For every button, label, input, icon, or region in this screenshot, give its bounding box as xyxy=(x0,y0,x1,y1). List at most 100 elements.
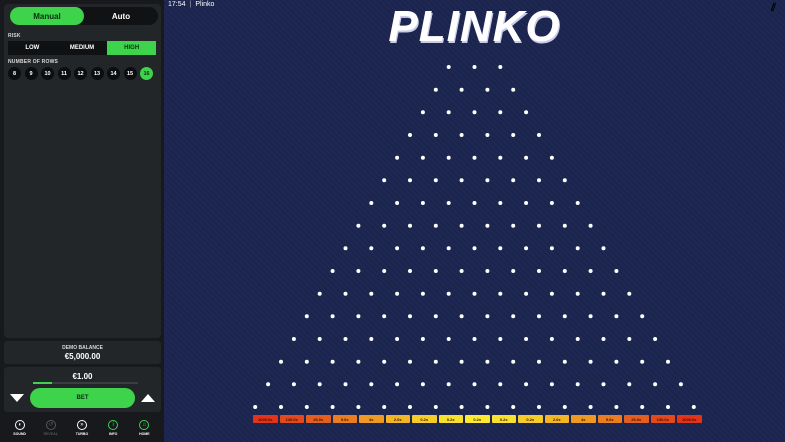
rows-16-button[interactable]: 16 xyxy=(140,67,153,80)
bet-amount: €1.00 xyxy=(72,372,93,381)
rows-9-button[interactable]: 9 xyxy=(24,67,38,80)
bet-slider[interactable] xyxy=(33,382,138,384)
rows-14-button[interactable]: 14 xyxy=(107,67,120,80)
peg xyxy=(433,359,438,364)
peg xyxy=(511,405,516,409)
rows-13-button[interactable]: 13 xyxy=(90,67,104,80)
peg xyxy=(420,155,425,160)
multiplier-slot: 1000.0x xyxy=(677,415,702,423)
multiplier-slot: 0.2x xyxy=(438,415,463,423)
risk-medium-button[interactable]: MEDIUM xyxy=(57,41,107,55)
peg xyxy=(549,201,554,205)
tab-auto[interactable]: Auto xyxy=(84,7,158,25)
balance-label: DEMO BALANCE xyxy=(62,345,103,351)
risk-high-button[interactable]: HIGH xyxy=(107,41,157,55)
sound-icon: ◖ xyxy=(14,420,25,430)
peg xyxy=(666,405,670,409)
nav-home[interactable]: ⌂ HOME xyxy=(130,420,158,436)
peg xyxy=(653,382,658,387)
peg xyxy=(459,87,464,92)
peg xyxy=(369,291,374,296)
nav-info[interactable]: i INFO xyxy=(99,420,127,436)
peg xyxy=(446,246,451,251)
peg xyxy=(459,269,464,273)
peg xyxy=(446,201,451,205)
peg xyxy=(459,223,464,228)
peg xyxy=(382,314,387,319)
rows-label: NUMBER OF ROWS xyxy=(8,59,59,65)
multiplier-slot: 9.0x xyxy=(597,415,622,423)
risk-low-button[interactable]: LOW xyxy=(8,41,57,55)
peg xyxy=(446,337,451,341)
peg xyxy=(537,269,541,273)
peg xyxy=(253,405,258,409)
peg xyxy=(524,246,529,251)
peg xyxy=(498,382,503,387)
rows-12-button[interactable]: 12 xyxy=(74,67,87,80)
nav-reveal[interactable]: ↺ REVEAL xyxy=(37,420,65,436)
peg xyxy=(549,155,554,160)
peg xyxy=(472,291,477,296)
peg xyxy=(524,337,529,341)
multiplier-slot: 26.0x xyxy=(624,415,649,423)
rows-15-button[interactable]: 15 xyxy=(123,67,137,80)
peg xyxy=(575,291,580,296)
peg xyxy=(537,314,541,319)
bet-button[interactable]: BET xyxy=(30,388,135,408)
peg xyxy=(446,110,451,115)
increase-bet-icon[interactable] xyxy=(141,394,155,402)
peg xyxy=(601,246,606,251)
peg xyxy=(382,269,387,273)
reveal-icon: ↺ xyxy=(45,420,56,430)
peg xyxy=(653,337,658,341)
risk-selector: LOW MEDIUM HIGH xyxy=(8,41,157,55)
tab-manual[interactable]: Manual xyxy=(10,7,84,25)
peg xyxy=(330,269,335,273)
peg xyxy=(356,359,361,364)
peg xyxy=(395,337,400,341)
nav-label: TURBO xyxy=(75,432,89,436)
rows-10-button[interactable]: 10 xyxy=(41,67,54,80)
peg xyxy=(498,337,503,341)
peg xyxy=(537,405,541,409)
peg xyxy=(459,359,464,364)
peg xyxy=(549,291,554,296)
peg xyxy=(356,269,361,273)
peg xyxy=(524,110,529,115)
peg xyxy=(420,201,425,205)
peg xyxy=(472,65,477,69)
peg xyxy=(562,405,567,409)
peg xyxy=(472,201,477,205)
peg xyxy=(343,382,348,387)
peg xyxy=(420,337,425,341)
peg xyxy=(601,337,606,341)
peg xyxy=(433,133,438,137)
rows-8-button[interactable]: 8 xyxy=(8,67,21,80)
peg xyxy=(627,291,632,296)
peg xyxy=(343,291,348,296)
peg xyxy=(291,337,296,341)
peg xyxy=(408,178,412,183)
peg xyxy=(317,382,322,387)
peg xyxy=(356,223,361,228)
rows-11-button[interactable]: 11 xyxy=(57,67,71,80)
nav-sound[interactable]: ◖ SOUND xyxy=(6,420,34,436)
peg xyxy=(382,405,387,409)
peg xyxy=(601,382,606,387)
peg xyxy=(627,382,632,387)
peg xyxy=(330,405,335,409)
nav-turbo[interactable]: » TURBO xyxy=(68,420,96,436)
nav-label: REVEAL xyxy=(43,432,58,436)
decrease-bet-icon[interactable] xyxy=(10,394,24,402)
peg xyxy=(446,291,451,296)
peg xyxy=(498,65,503,69)
peg xyxy=(614,405,619,409)
peg xyxy=(459,314,464,319)
peg xyxy=(369,337,374,341)
peg xyxy=(537,223,541,228)
peg xyxy=(485,359,490,364)
peg xyxy=(511,359,516,364)
peg xyxy=(498,246,503,251)
peg xyxy=(408,133,412,137)
multiplier-slot: 0.2x xyxy=(412,415,437,423)
